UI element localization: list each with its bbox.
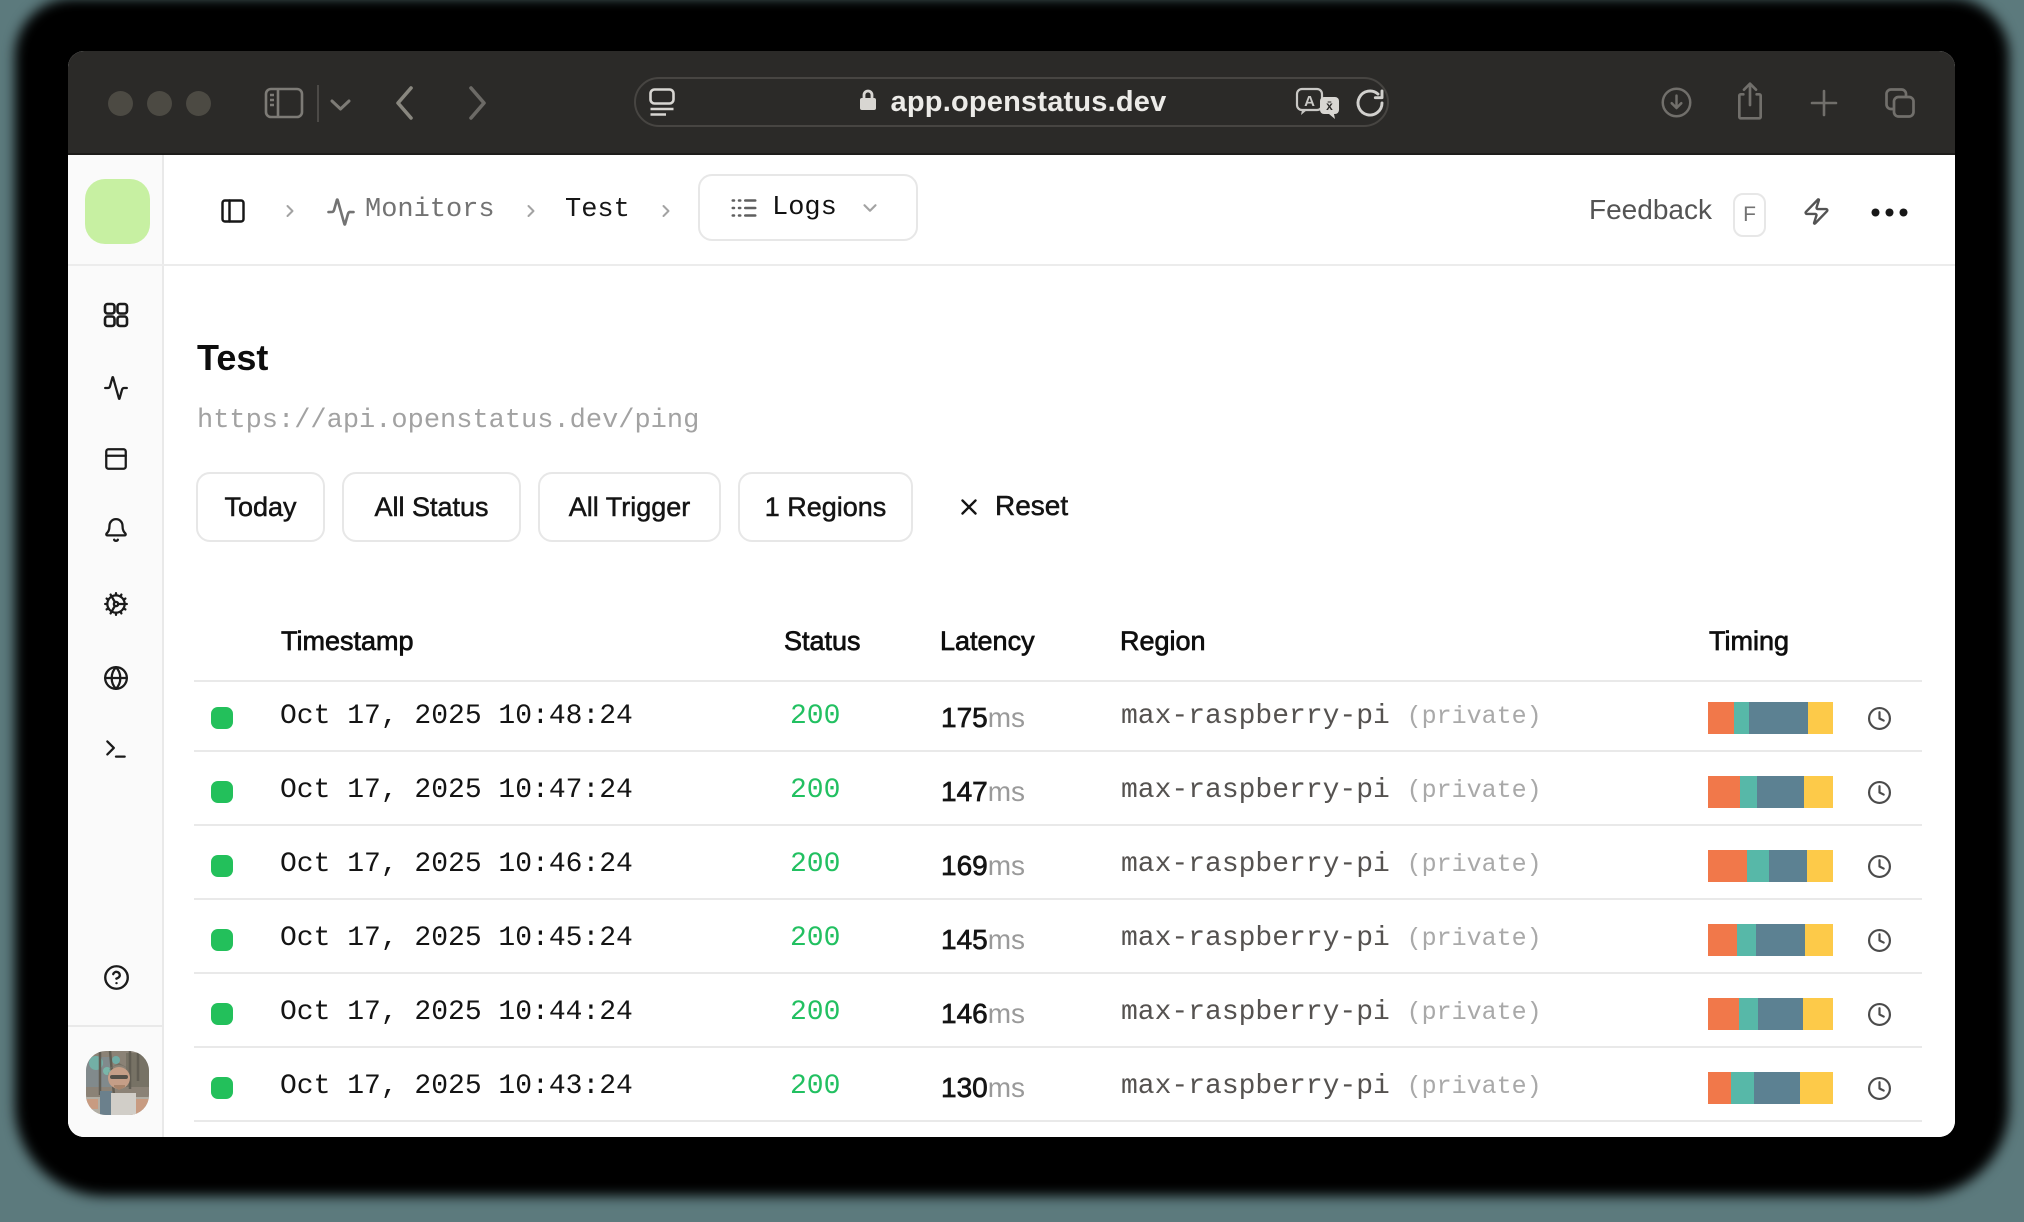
svg-text:A: A [1304, 93, 1315, 110]
svg-text:x̄: x̄ [1326, 99, 1333, 113]
